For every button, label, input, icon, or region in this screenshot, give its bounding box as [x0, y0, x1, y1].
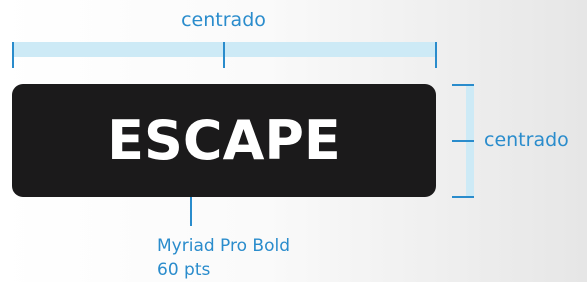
escape-button-label: ESCAPE [107, 108, 341, 172]
font-spec-annotation: Myriad Pro Bold 60 pts [157, 234, 290, 282]
escape-button[interactable]: ESCAPE [12, 84, 436, 197]
font-spec-leader-line [190, 197, 192, 226]
font-name-label: Myriad Pro Bold [157, 236, 291, 256]
font-size-label: 60 pts [157, 260, 211, 280]
vertical-guide-center-tick [452, 140, 474, 142]
horizontal-guide-center-tick [223, 42, 225, 68]
horizontal-guide-right-tick [435, 42, 437, 68]
horizontal-guide-left-tick [12, 42, 14, 68]
vertical-guide-bottom-tick [452, 196, 474, 198]
vertical-guide-top-tick [452, 84, 474, 86]
vertical-centering-label: centrado [484, 129, 569, 151]
horizontal-centering-label: centrado [181, 9, 266, 31]
